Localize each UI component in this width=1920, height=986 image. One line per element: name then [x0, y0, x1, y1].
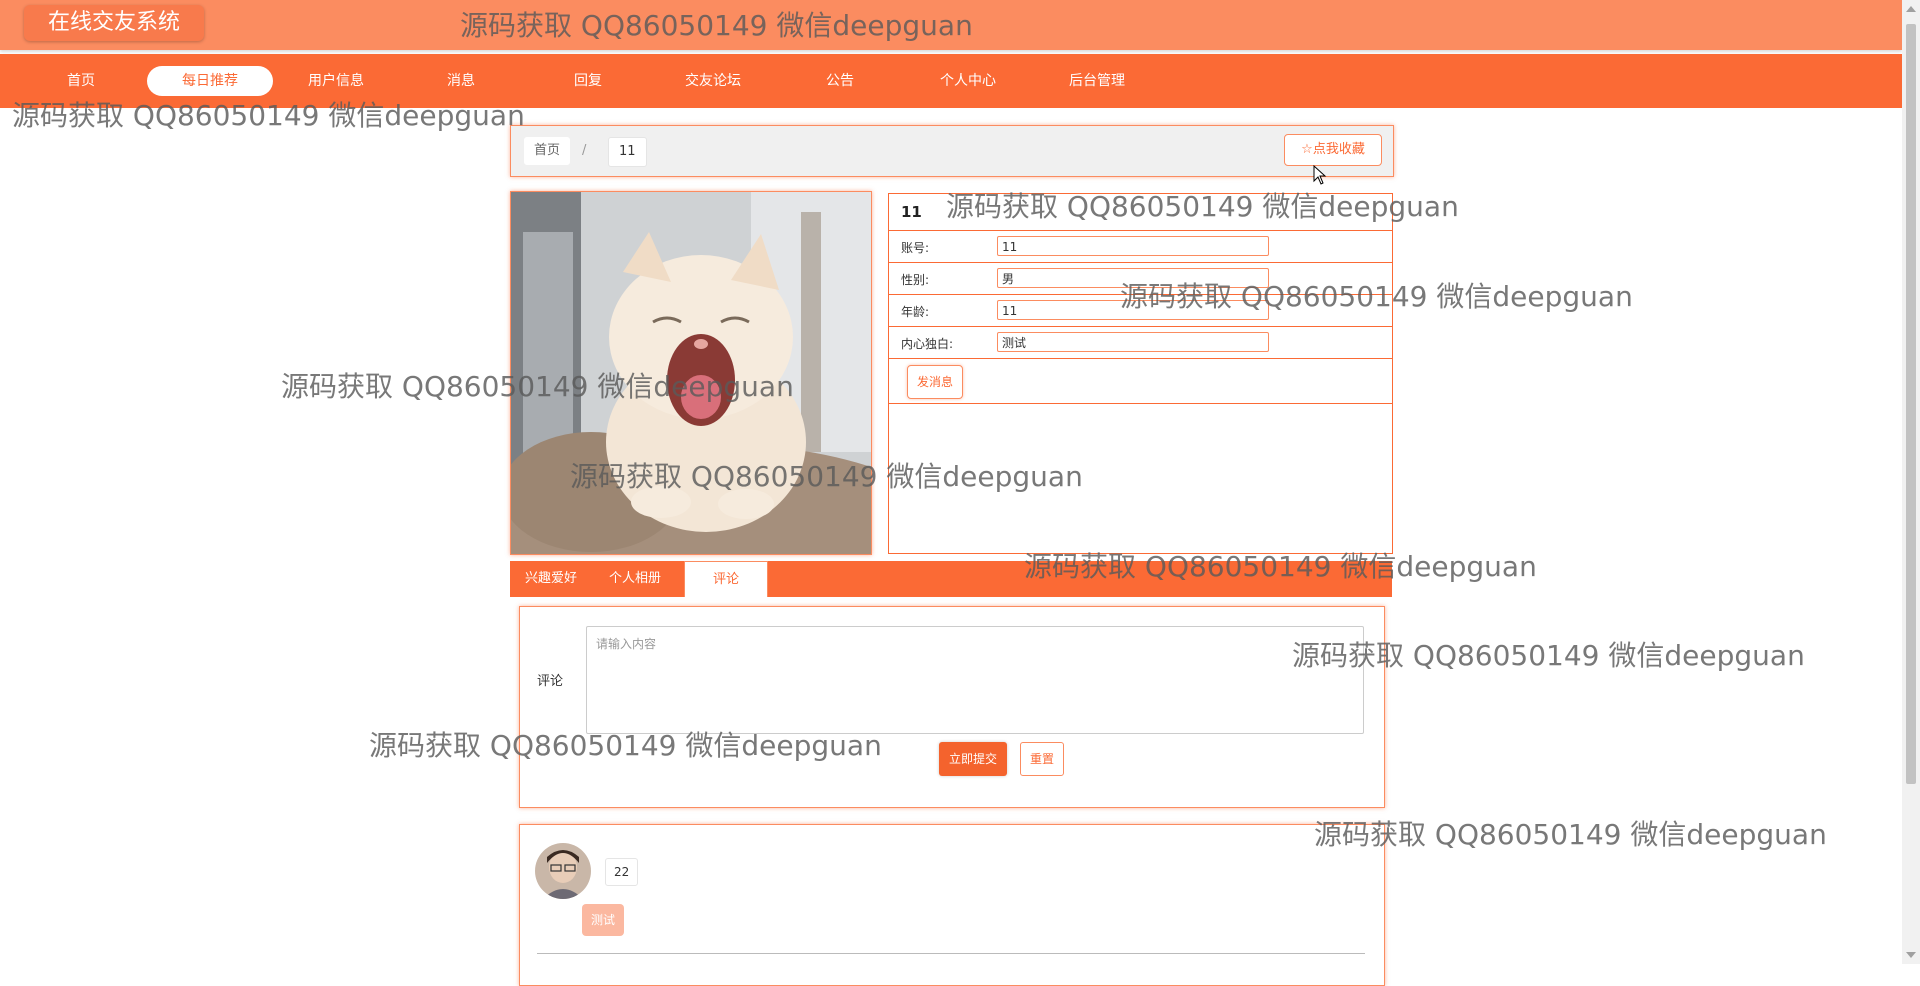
top-header: 在线交友系统 [0, 0, 1902, 50]
scroll-down-icon[interactable] [1906, 952, 1916, 958]
info-row-account: 账号: 11 [889, 231, 1392, 263]
tab-album[interactable]: 个人相册 [592, 561, 678, 597]
page-scrollbar[interactable] [1902, 0, 1920, 964]
comment-textarea[interactable]: 请输入内容 [586, 626, 1364, 734]
nav-item-notice[interactable]: 公告 [810, 66, 870, 96]
comment-list: 22 测试 [519, 824, 1385, 986]
profile-title: 11 [889, 194, 1392, 231]
breadcrumb-home[interactable]: 首页 [524, 137, 571, 165]
mouse-cursor-icon [1313, 164, 1327, 189]
monologue-label: 内心独白: [901, 337, 954, 351]
info-row-gender: 性别: 男 [889, 263, 1392, 295]
tab-comments[interactable]: 评论 [684, 561, 768, 597]
comment-username: 22 [605, 858, 639, 886]
nav-item-messages[interactable]: 消息 [431, 66, 491, 96]
profile-photo [510, 191, 872, 555]
breadcrumb-separator: / [582, 143, 587, 158]
reset-button[interactable]: 重置 [1020, 742, 1064, 776]
nav-item-profile-center[interactable]: 个人中心 [928, 66, 1008, 96]
submit-button[interactable]: 立即提交 [939, 742, 1007, 776]
nav-item-admin[interactable]: 后台管理 [1057, 66, 1137, 96]
comment-label: 评论 [537, 674, 564, 689]
info-row-monologue: 内心独白: 测试 [889, 327, 1392, 359]
nav-item-replies[interactable]: 回复 [558, 66, 618, 96]
nav-item-forum[interactable]: 交友论坛 [673, 66, 753, 96]
detail-tabs: 兴趣爱好 个人相册 评论 [510, 561, 1392, 597]
info-actions: 发消息 [889, 359, 1392, 404]
info-row-age: 年龄: 11 [889, 295, 1392, 327]
scrollbar-thumb[interactable] [1906, 24, 1916, 784]
breadcrumb-current: 11 [608, 137, 647, 167]
gender-value: 男 [997, 268, 1269, 288]
account-value: 11 [997, 236, 1269, 256]
breadcrumb: 首页 / 11 ☆点我收藏 [510, 125, 1394, 177]
cat-photo-image [511, 192, 871, 554]
profile-info-panel: 11 账号: 11 性别: 男 年龄: 11 内心独白: 测试 发消息 [888, 193, 1393, 554]
tab-hobbies[interactable]: 兴趣爱好 [510, 561, 592, 597]
nav-item-user-info[interactable]: 用户信息 [296, 66, 376, 96]
send-message-button[interactable]: 发消息 [907, 365, 963, 399]
site-logo[interactable]: 在线交友系统 [24, 5, 204, 41]
user-avatar-image [535, 843, 591, 899]
favorite-button[interactable]: ☆点我收藏 [1284, 134, 1382, 166]
account-label: 账号: [901, 241, 930, 255]
main-nav: 首页 每日推荐 用户信息 消息 回复 交友论坛 公告 个人中心 后台管理 [0, 54, 1902, 108]
scroll-up-icon[interactable] [1906, 6, 1916, 12]
avatar [535, 843, 591, 899]
comment-form: 评论 请输入内容 立即提交 重置 [519, 606, 1385, 808]
nav-item-home[interactable]: 首页 [46, 66, 116, 96]
favorite-button-label: 点我收藏 [1312, 142, 1365, 157]
age-label: 年龄: [901, 305, 930, 319]
monologue-value: 测试 [997, 332, 1269, 352]
age-value: 11 [997, 300, 1269, 320]
star-outline-icon: ☆ [1301, 142, 1313, 157]
watermark: 源码获取 QQ86050149 微信deepguan [1314, 818, 1827, 851]
comment-divider [537, 953, 1365, 954]
nav-item-daily-recommend[interactable]: 每日推荐 [147, 66, 273, 96]
gender-label: 性别: [901, 273, 930, 287]
comment-content: 测试 [582, 904, 624, 936]
